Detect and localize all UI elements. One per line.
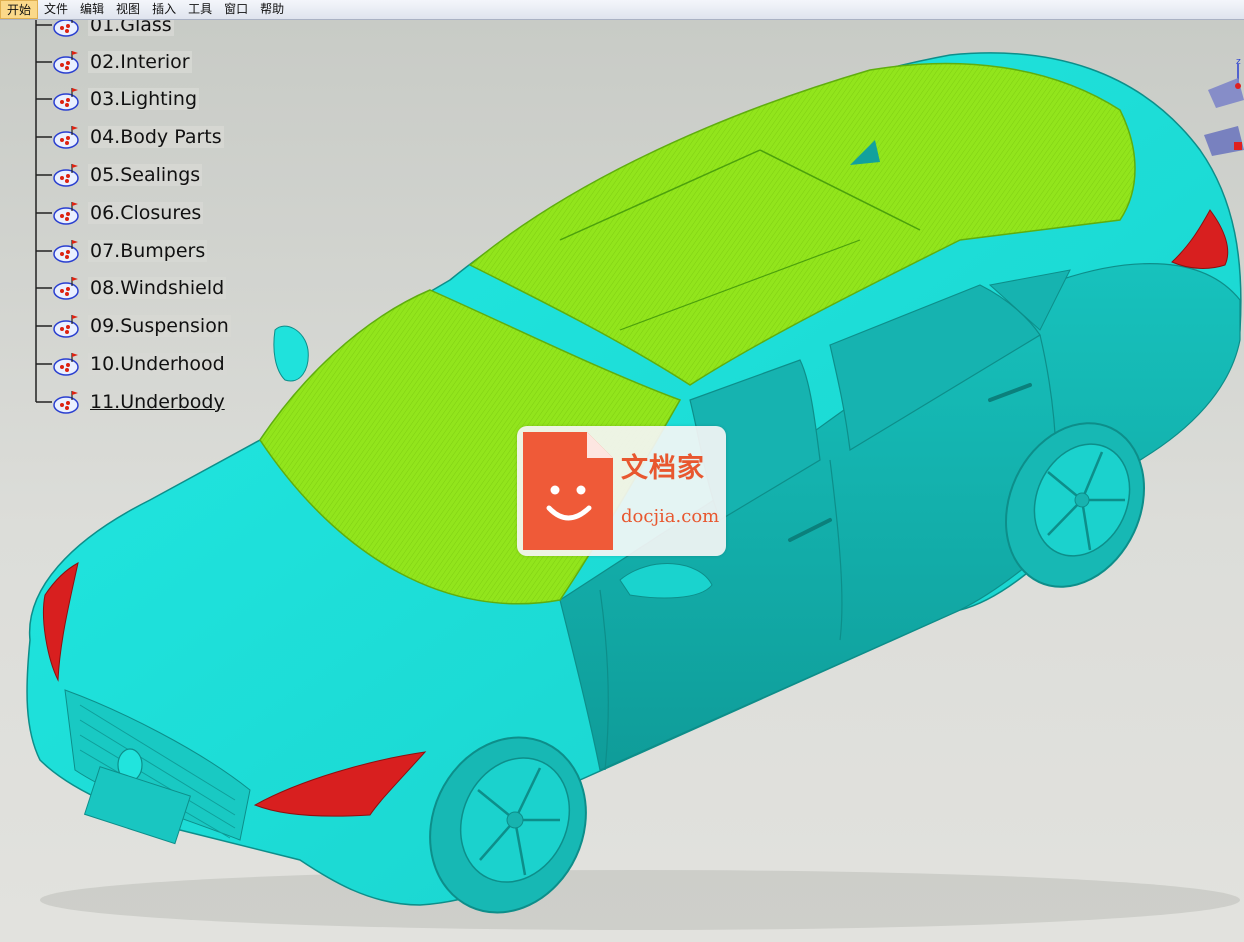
tree-node-sealings[interactable]: 05.Sealings — [52, 160, 203, 190]
menu-start[interactable]: 开始 — [0, 0, 39, 19]
tree-node-suspension[interactable]: 09.Suspension — [52, 311, 231, 341]
tree-label: 11.Underbody — [88, 391, 227, 413]
menu-bar: 开始 文件 编辑 视图 插入 工具 窗口 帮助 — [0, 0, 1244, 20]
menu-edit[interactable]: 编辑 — [74, 0, 110, 19]
tree-label: 05.Sealings — [88, 164, 203, 186]
tree-node-interior[interactable]: 02.Interior — [52, 47, 192, 77]
watermark: 文档家 docjia.com — [517, 426, 726, 556]
tree-label: 07.Bumpers — [88, 240, 208, 262]
watermark-brand-name: 文档家 — [621, 453, 705, 484]
menu-window[interactable]: 窗口 — [218, 0, 254, 19]
menu-view[interactable]: 视图 — [110, 0, 146, 19]
menu-tools[interactable]: 工具 — [182, 0, 218, 19]
product-node-icon — [53, 391, 79, 414]
tree-label: 10.Underhood — [88, 353, 227, 375]
product-node-icon — [53, 164, 79, 187]
compass-icon[interactable]: z — [1198, 50, 1244, 170]
menu-file[interactable]: 文件 — [38, 0, 74, 19]
tree-node-bumpers[interactable]: 07.Bumpers — [52, 236, 208, 266]
spec-tree: 01.Glass 02.Interior 03.Lighting 04.Body… — [0, 20, 260, 440]
tree-node-underbody[interactable]: 11.Underbody — [52, 387, 227, 417]
product-node-icon — [53, 126, 79, 149]
tree-label: 01.Glass — [88, 20, 174, 36]
product-node-icon — [53, 20, 79, 37]
product-node-icon — [53, 202, 79, 225]
menu-help[interactable]: 帮助 — [254, 0, 290, 19]
product-node-icon — [53, 277, 79, 300]
watermark-url: docjia.com — [621, 506, 720, 527]
tree-label: 08.Windshield — [88, 277, 227, 299]
tree-label: 02.Interior — [88, 51, 192, 73]
product-node-icon — [53, 240, 79, 263]
product-node-icon — [53, 353, 79, 376]
tree-node-glass[interactable]: 01.Glass — [52, 20, 174, 40]
tree-node-lighting[interactable]: 03.Lighting — [52, 84, 200, 114]
tree-node-underhood[interactable]: 10.Underhood — [52, 349, 227, 379]
tree-label: 04.Body Parts — [88, 126, 224, 148]
3d-viewport[interactable]: 01.Glass 02.Interior 03.Lighting 04.Body… — [0, 20, 1244, 942]
product-node-icon — [53, 51, 79, 74]
document-smile-icon — [523, 432, 613, 550]
tree-node-body-parts[interactable]: 04.Body Parts — [52, 122, 224, 152]
tree-label: 03.Lighting — [88, 88, 200, 110]
tree-label: 09.Suspension — [88, 315, 231, 337]
product-node-icon — [53, 315, 79, 338]
menu-insert[interactable]: 插入 — [146, 0, 182, 19]
tree-node-windshield[interactable]: 08.Windshield — [52, 273, 227, 303]
tree-label: 06.Closures — [88, 202, 204, 224]
product-node-icon — [53, 88, 79, 111]
tree-node-closures[interactable]: 06.Closures — [52, 198, 204, 228]
side-mirror-left — [273, 325, 309, 382]
